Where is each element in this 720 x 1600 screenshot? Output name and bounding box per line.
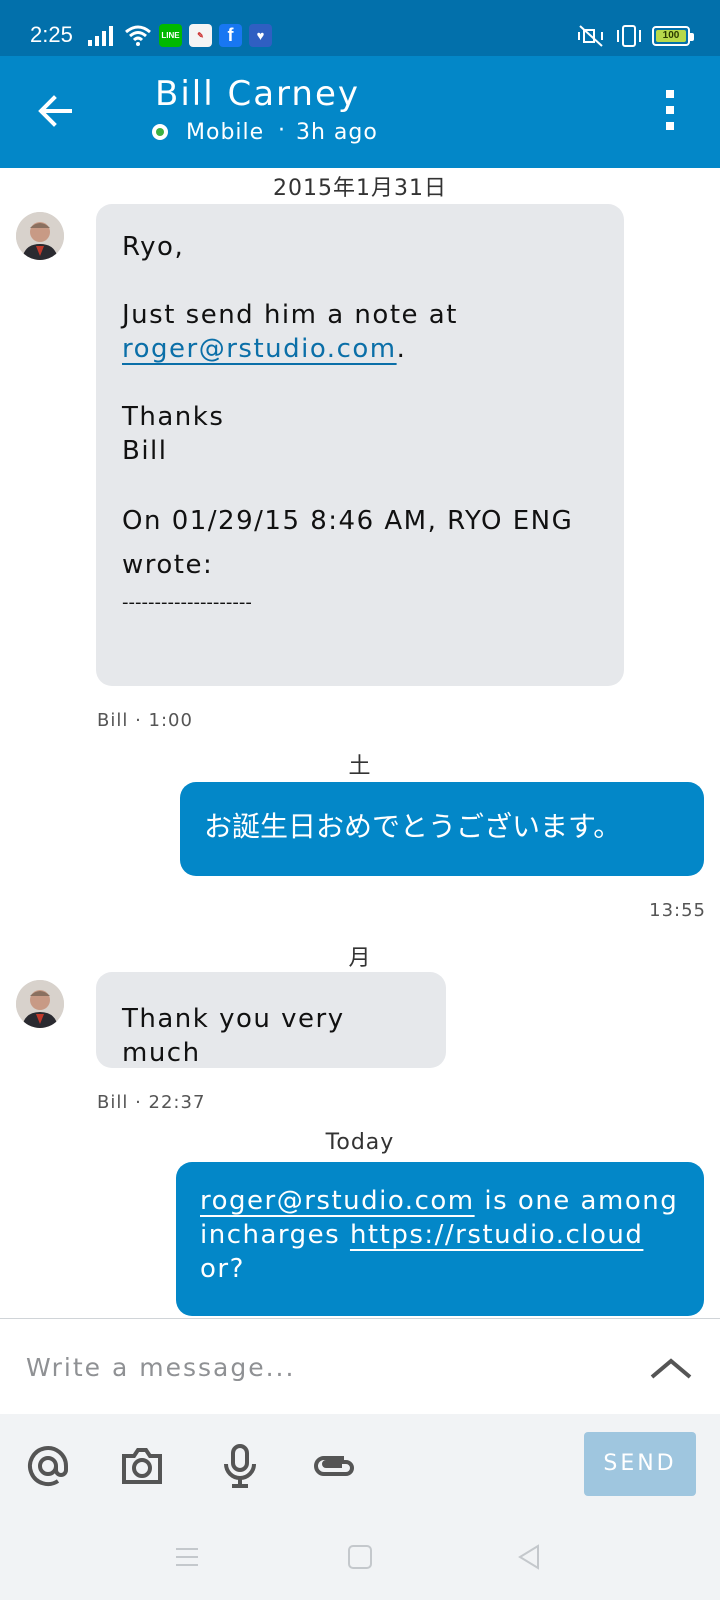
avatar[interactable]: [16, 980, 64, 1028]
system-navigation-bar: [0, 1510, 720, 1600]
date-separator: 2015年1月31日: [273, 176, 447, 201]
message-text: .: [396, 334, 407, 364]
menu-icon[interactable]: [170, 1540, 204, 1574]
message-text: is one among: [474, 1186, 679, 1216]
back-arrow-icon[interactable]: [30, 86, 80, 136]
camera-icon[interactable]: [118, 1442, 166, 1490]
more-options-icon[interactable]: [660, 90, 680, 136]
send-button[interactable]: SEND: [584, 1432, 696, 1496]
message-meta: Bill · 1:00: [97, 710, 193, 731]
message-text: Thank you very much: [122, 1004, 345, 1068]
message-text: お誕生日おめでとうございます。: [204, 810, 622, 843]
signal-icon: [88, 26, 113, 46]
presence-label: Mobile: [186, 120, 265, 145]
message-composer: [0, 1318, 720, 1414]
outgoing-message[interactable]: お誕生日おめでとうございます。: [180, 782, 704, 876]
presence-separator: ·: [278, 118, 285, 143]
battery-icon: 100: [652, 26, 694, 46]
message-line: or?: [200, 1254, 245, 1284]
email-link[interactable]: roger@rstudio.com: [122, 334, 397, 364]
message-line: On 01/29/15 8:46 AM, RYO ENG: [122, 506, 574, 536]
date-separator: 月: [348, 946, 372, 971]
contact-name[interactable]: Bill Carney: [155, 74, 360, 114]
email-link[interactable]: roger@rstudio.com: [200, 1186, 475, 1216]
notes-app-icon: ✎: [189, 24, 212, 47]
battery-level: 100: [656, 30, 686, 42]
online-status-dot: [152, 124, 168, 140]
message-line: roger@rstudio.com is one among: [200, 1184, 680, 1218]
message-line: Bill: [122, 436, 168, 466]
message-input[interactable]: [26, 1345, 606, 1389]
date-separator: Today: [325, 1130, 395, 1155]
chevron-up-icon[interactable]: [648, 1349, 694, 1385]
home-icon[interactable]: [343, 1540, 377, 1574]
chat-header: Bill Carney Mobile · 3h ago: [0, 56, 720, 168]
message-line: roger@rstudio.com.: [122, 332, 406, 366]
message-line: --------------------: [122, 592, 252, 613]
back-triangle-icon[interactable]: [512, 1540, 546, 1574]
paperclip-icon[interactable]: [310, 1442, 358, 1490]
avatar[interactable]: [16, 212, 64, 260]
last-seen: 3h ago: [296, 120, 378, 145]
message-meta: 13:55: [649, 900, 706, 921]
message-text: incharges: [200, 1220, 350, 1250]
status-time: 2:25: [30, 22, 73, 47]
message-line: Ryo,: [122, 232, 185, 262]
message-line: Just send him a note at: [122, 300, 458, 330]
mute-vibrate-icon: [578, 25, 603, 47]
microphone-icon[interactable]: [216, 1442, 264, 1490]
wifi-icon: [125, 25, 151, 46]
at-icon[interactable]: [24, 1442, 72, 1490]
message-meta: Bill · 22:37: [97, 1092, 206, 1113]
line-icon: LINE: [159, 24, 182, 47]
message-line: incharges https://rstudio.cloud: [200, 1218, 680, 1252]
incoming-message[interactable]: Ryo, Just send him a note at roger@rstud…: [96, 204, 624, 686]
vpn-icon: ♥: [249, 24, 272, 47]
date-separator: 土: [348, 754, 372, 779]
outgoing-message[interactable]: roger@rstudio.com is one among incharges…: [176, 1162, 704, 1316]
facebook-icon: f: [219, 24, 242, 47]
url-link[interactable]: https://rstudio.cloud: [350, 1220, 643, 1250]
message-line: wrote:: [122, 550, 214, 580]
vibrate-icon: [617, 25, 641, 47]
incoming-message[interactable]: Thank you very much: [96, 972, 446, 1068]
message-line: Thanks: [122, 402, 225, 432]
status-bar: 2:25 LINE ✎ f ♥ 100: [0, 0, 720, 56]
